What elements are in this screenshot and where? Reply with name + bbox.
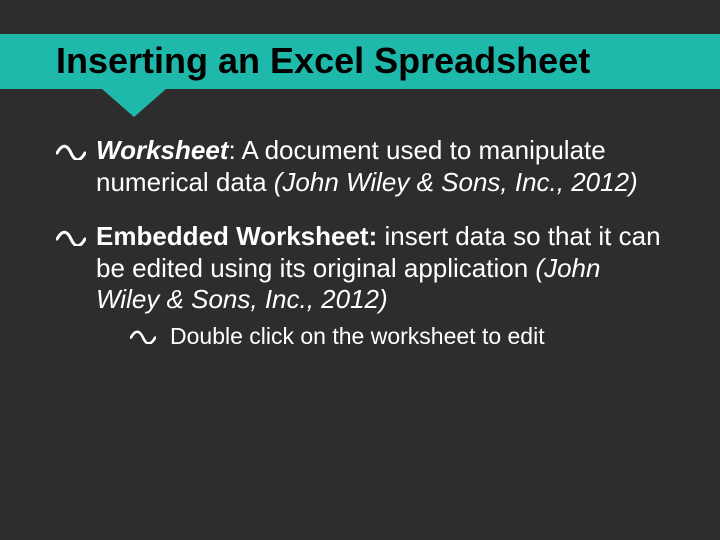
slide: Inserting an Excel Spreadsheet Worksheet…	[0, 0, 720, 540]
cite-worksheet: (John Wiley & Sons, Inc., 2012)	[274, 167, 638, 197]
sep: :	[369, 221, 385, 251]
wave-bullet-icon	[56, 226, 86, 248]
bullet-worksheet: Worksheet: A document used to manipulate…	[56, 135, 664, 198]
sub-bullet-text: Double click on the worksheet to edit	[170, 323, 545, 349]
sep: :	[228, 135, 241, 165]
term-embedded: Embedded Worksheet	[96, 221, 369, 251]
bullet-embedded: Embedded Worksheet: insert data so that …	[56, 221, 664, 351]
wave-bullet-icon	[130, 326, 160, 348]
title-bar: Inserting an Excel Spreadsheet	[0, 34, 720, 89]
wave-bullet-icon	[56, 140, 86, 162]
term-worksheet: Worksheet	[96, 135, 228, 165]
sub-bullet-doubleclick: Double click on the worksheet to edit	[130, 322, 664, 351]
slide-content: Worksheet: A document used to manipulate…	[0, 89, 720, 350]
slide-title: Inserting an Excel Spreadsheet	[56, 40, 670, 81]
